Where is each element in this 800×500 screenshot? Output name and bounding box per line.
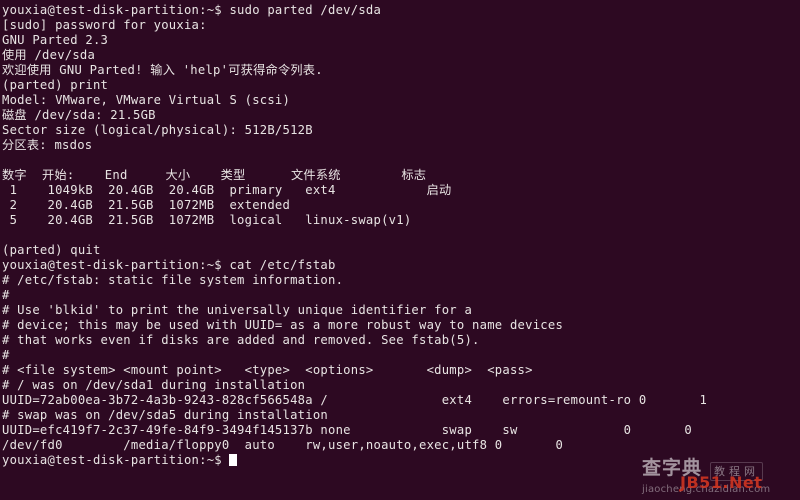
terminal-line: # <file system> <mount point> <type> <op… xyxy=(2,363,533,377)
terminal-line: youxia@test-disk-partition:~$ sudo parte… xyxy=(2,3,382,17)
terminal-line: # that works even if disks are added and… xyxy=(2,333,480,347)
terminal-output: youxia@test-disk-partition:~$ sudo parte… xyxy=(2,3,800,453)
terminal-line: 使用 /dev/sda xyxy=(2,48,96,62)
terminal-prompt-line: youxia@test-disk-partition:~$ xyxy=(2,453,800,468)
terminal-line: 5 20.4GB 21.5GB 1072MB logical linux-swa… xyxy=(2,213,412,227)
terminal-line: 数字 开始: End 大小 类型 文件系统 标志 xyxy=(2,168,427,182)
terminal-line: 磁盘 /dev/sda: 21.5GB xyxy=(2,108,156,122)
terminal-line: # / was on /dev/sda1 during installation xyxy=(2,378,306,392)
terminal-line: UUID=efc419f7-2c37-49fe-84f9-3494f145137… xyxy=(2,423,692,437)
terminal-line: [sudo] password for youxia: xyxy=(2,18,207,32)
prompt-text: youxia@test-disk-partition:~$ xyxy=(2,453,230,467)
watermark-url: jiaocheng.chazidian.com xyxy=(642,484,771,495)
terminal-line: /dev/fd0 /media/floppy0 auto rw,user,noa… xyxy=(2,438,564,452)
terminal-line: # xyxy=(2,348,10,362)
terminal-line: # swap was on /dev/sda5 during installat… xyxy=(2,408,329,422)
terminal-line: 1 1049kB 20.4GB 20.4GB primary ext4 启动 xyxy=(2,183,452,197)
terminal-line: Model: VMware, VMware Virtual S (scsi) xyxy=(2,93,291,107)
terminal-line: UUID=72ab00ea-3b72-4a3b-9243-828cf566548… xyxy=(2,393,708,407)
terminal-line: 分区表: msdos xyxy=(2,138,93,152)
terminal-window[interactable]: youxia@test-disk-partition:~$ sudo parte… xyxy=(0,0,800,500)
terminal-line: GNU Parted 2.3 xyxy=(2,33,109,47)
terminal-line: (parted) print xyxy=(2,78,109,92)
terminal-line: # device; this may be used with UUID= as… xyxy=(2,318,564,332)
terminal-line: # /etc/fstab: static file system informa… xyxy=(2,273,344,287)
text-cursor xyxy=(229,454,238,466)
terminal-line: (parted) quit xyxy=(2,243,101,257)
terminal-line: youxia@test-disk-partition:~$ cat /etc/f… xyxy=(2,258,336,272)
terminal-line: Sector size (logical/physical): 512B/512… xyxy=(2,123,313,137)
watermark-overlay: JB51.Net xyxy=(680,473,763,492)
terminal-line: # Use 'blkid' to print the universally u… xyxy=(2,303,473,317)
terminal-line: 2 20.4GB 21.5GB 1072MB extended xyxy=(2,198,291,212)
terminal-line: # xyxy=(2,288,10,302)
terminal-line: 欢迎使用 GNU Parted! 输入 'help'可获得命令列表. xyxy=(2,63,323,77)
